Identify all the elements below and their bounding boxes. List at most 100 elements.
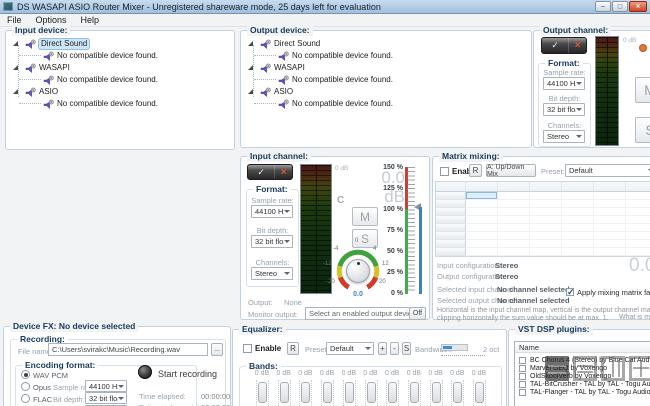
matrix-cell[interactable] (466, 232, 498, 240)
input-channel-enable-toggle[interactable]: ✓ × (247, 164, 293, 180)
matrix-cell[interactable] (530, 240, 562, 248)
eq-band-slider-thumb[interactable] (279, 382, 289, 403)
tree-expander-icon[interactable] (248, 65, 253, 70)
matrix-cell[interactable] (594, 208, 626, 216)
matrix-row-header[interactable] (436, 224, 466, 232)
matrix-col-header[interactable] (594, 182, 626, 192)
matrix-cell[interactable] (530, 216, 562, 224)
eq-band-slider-thumb[interactable] (475, 382, 484, 403)
matrix-cell[interactable] (498, 192, 530, 200)
output-solo-button[interactable]: S (635, 117, 650, 143)
eq-band-slider-thumb[interactable] (323, 382, 333, 403)
wav-pcm-radio[interactable] (21, 370, 30, 379)
matrix-cell[interactable] (498, 248, 530, 256)
output-clip-indicator[interactable] (639, 44, 647, 52)
matrix-cell[interactable] (594, 240, 626, 248)
matrix-cell[interactable] (626, 192, 650, 200)
matrix-row-header[interactable] (436, 200, 466, 208)
matrix-cell[interactable] (626, 200, 650, 208)
maximize-button[interactable]: □ (612, 1, 628, 12)
minimize-button[interactable]: – (595, 1, 611, 12)
eq-band-slider-thumb[interactable] (409, 382, 419, 403)
matrix-cell[interactable] (626, 216, 650, 224)
matrix-enable-checkbox[interactable] (440, 167, 449, 176)
menu-options[interactable]: Options (36, 15, 67, 25)
matrix-row-header[interactable] (436, 192, 466, 200)
input-sample-rate-select[interactable]: 44100 Hz (251, 205, 293, 218)
vst-plugin-label[interactable]: OldSkoolVerb by Voxengo (530, 373, 611, 381)
clip-reset-label[interactable]: C (337, 195, 344, 206)
vst-plugin-label[interactable]: TAL-BitCrusher - TAL by TAL - Togu Audio… (530, 381, 650, 389)
tree-node-label[interactable]: ASIO (39, 87, 58, 97)
input-bit-depth-select[interactable]: 32 bit float (251, 235, 293, 248)
matrix-cell[interactable] (562, 216, 594, 224)
matrix-row-header[interactable] (436, 232, 466, 240)
vst-plugin-checkbox[interactable] (519, 365, 526, 372)
matrix-cell[interactable] (498, 240, 530, 248)
tree-node-label[interactable]: Direct Sound (39, 39, 90, 49)
eq-enable-checkbox[interactable] (243, 344, 252, 353)
vst-plugin-checkbox[interactable] (519, 357, 526, 364)
matrix-cell[interactable] (562, 192, 594, 200)
vst-plugin-label[interactable]: Marvel GEQ by Voxengo (530, 365, 607, 373)
eq-band-slider-thumb[interactable] (453, 382, 463, 403)
matrix-cell[interactable] (562, 232, 594, 240)
eq-band-slider-thumb[interactable] (366, 382, 376, 403)
eq-preset-select[interactable]: Default (326, 342, 374, 355)
matrix-col-header[interactable] (562, 182, 594, 192)
record-button[interactable] (138, 365, 152, 379)
flac-radio[interactable] (21, 394, 30, 403)
eq-band-slider-thumb[interactable] (258, 382, 267, 403)
matrix-cell[interactable] (466, 216, 498, 224)
matrix-cell[interactable] (562, 208, 594, 216)
eq-band-slider-thumb[interactable] (388, 382, 398, 403)
tree-expander-icon[interactable] (248, 89, 253, 94)
matrix-cell[interactable] (562, 224, 594, 232)
matrix-cell[interactable] (626, 232, 650, 240)
matrix-cell[interactable] (594, 232, 626, 240)
matrix-cell[interactable] (466, 192, 498, 200)
matrix-cell[interactable] (562, 248, 594, 256)
output-bit-depth-select[interactable]: 32 bit float (543, 103, 585, 116)
eq-reset-button[interactable]: R (287, 342, 299, 355)
tree-node-label[interactable]: Direct Sound (274, 39, 320, 49)
browse-button[interactable]: ... (211, 343, 223, 356)
output-mute-button[interactable]: M (635, 77, 650, 103)
eq-band-slider-thumb[interactable] (431, 382, 441, 403)
knob-handle[interactable] (346, 259, 370, 283)
tree-node-label[interactable]: WASAPI (39, 63, 70, 73)
matrix-help-link[interactable]: What is matr (619, 313, 650, 322)
matrix-cell[interactable] (498, 232, 530, 240)
matrix-cell[interactable] (466, 208, 498, 216)
add-band-button[interactable]: + (378, 342, 387, 355)
matrix-col-header[interactable] (466, 182, 498, 192)
matrix-row-header[interactable] (436, 208, 466, 216)
matrix-cell[interactable] (594, 200, 626, 208)
vst-plugin-checkbox[interactable] (519, 381, 526, 388)
matrix-cell[interactable] (498, 224, 530, 232)
matrix-cell[interactable] (562, 200, 594, 208)
matrix-cell[interactable] (594, 248, 626, 256)
output-sample-rate-select[interactable]: 44100 Hz (543, 77, 585, 90)
matrix-reset-button[interactable]: R (469, 164, 482, 177)
tree-expander-icon[interactable] (13, 89, 18, 94)
tree-node-label[interactable]: ASIO (274, 87, 293, 97)
input-channels-select[interactable]: Stereo (251, 267, 293, 280)
matrix-cell[interactable] (626, 240, 650, 248)
matrix-cell[interactable] (530, 224, 562, 232)
menu-help[interactable]: Help (81, 15, 100, 25)
matrix-cell[interactable] (498, 200, 530, 208)
rec-bit-depth-select[interactable]: 32 bit float (85, 392, 127, 404)
tree-expander-icon[interactable] (248, 41, 253, 46)
output-channels-select[interactable]: Stereo (543, 130, 585, 143)
output-channel-enable-toggle[interactable]: ✓ × (541, 37, 587, 54)
opus-radio[interactable] (21, 382, 30, 391)
matrix-cell[interactable] (594, 192, 626, 200)
close-button[interactable]: × (629, 1, 647, 12)
eq-band-slider-thumb[interactable] (344, 382, 354, 403)
start-recording-label[interactable]: Start recording (158, 369, 217, 379)
matrix-cell[interactable] (498, 208, 530, 216)
fade-matrix-checkbox[interactable] (566, 287, 575, 298)
vst-plugin-checkbox[interactable] (519, 373, 526, 380)
matrix-row-header[interactable] (436, 216, 466, 224)
